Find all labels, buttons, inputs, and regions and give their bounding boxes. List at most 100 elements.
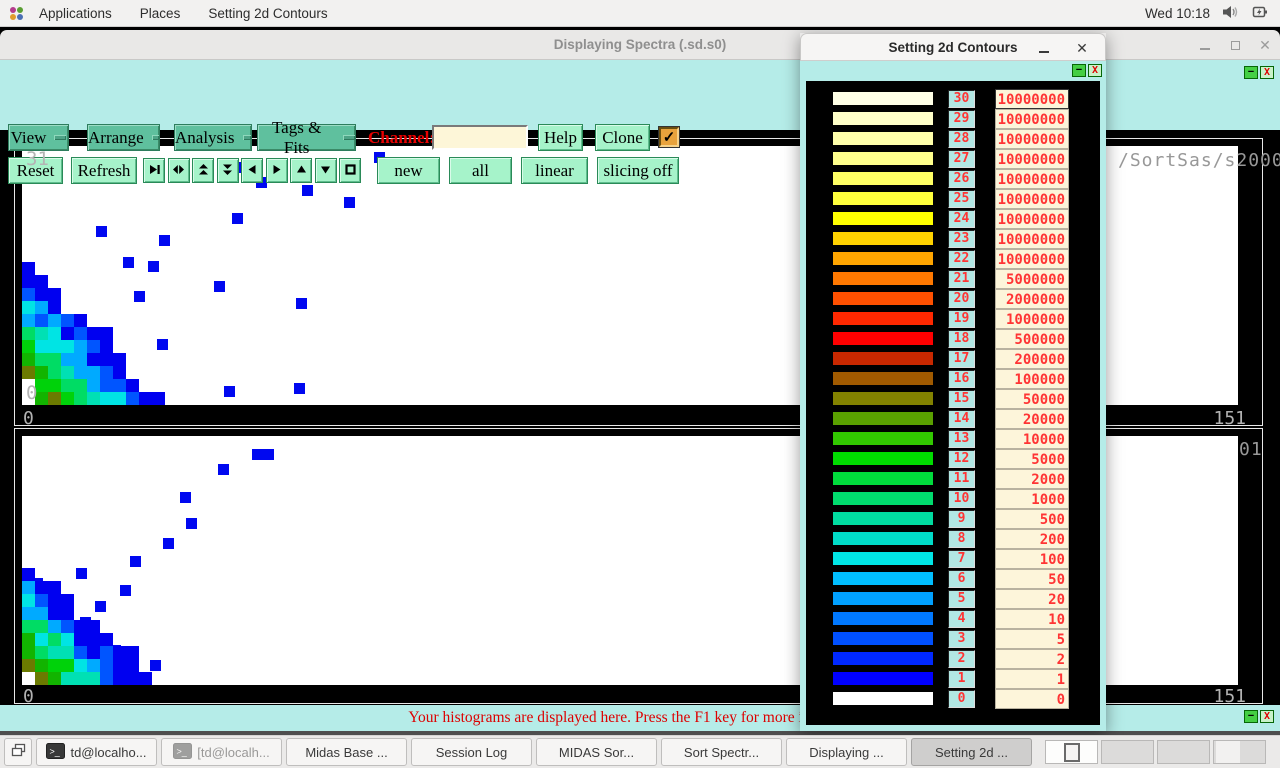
workspace-thumbnail[interactable] [1101, 740, 1154, 764]
analysis-menu-button[interactable]: Analysis [174, 124, 252, 151]
slicing-off-button[interactable]: slicing off [597, 157, 679, 184]
heatmap-cell [100, 392, 113, 405]
contour-level-value-input[interactable]: 100 [995, 549, 1069, 569]
dialog-minimize-button[interactable] [1029, 34, 1059, 62]
new-button[interactable]: new [377, 157, 440, 184]
tk-window-controls: − X [1244, 710, 1274, 723]
y-compress-button[interactable] [217, 158, 239, 183]
task-button-label: [td@localh... [197, 745, 269, 760]
task-button[interactable]: Midas Base ... [286, 738, 407, 766]
contour-level-value-input[interactable]: 1000 [995, 489, 1069, 509]
contour-level-value-input[interactable]: 10000000 [995, 189, 1069, 209]
contour-level-value-input[interactable]: 10000000 [995, 229, 1069, 249]
workspace-thumbnail[interactable] [1045, 740, 1098, 764]
battery-icon[interactable] [1252, 5, 1268, 22]
maximize-button[interactable] [1220, 30, 1250, 60]
contour-level-number: 13 [948, 430, 975, 448]
menu-places[interactable]: Places [126, 0, 195, 27]
contour-level-value-input[interactable]: 10000000 [995, 209, 1069, 229]
heatmap-cell [87, 646, 100, 659]
tk-minimize-icon[interactable]: − [1072, 64, 1086, 77]
contour-level-value-input[interactable]: 10000000 [995, 109, 1069, 129]
contour-level-value-input[interactable]: 1 [995, 669, 1069, 689]
dialog-close-button[interactable]: ✕ [1067, 34, 1097, 62]
tags-fits-menu-button[interactable]: Tags & Fits [257, 124, 356, 151]
tk-close-icon[interactable]: X [1088, 64, 1102, 77]
heatmap-cell [35, 646, 48, 659]
scroll-right-button[interactable] [266, 158, 288, 183]
contour-level-value-input[interactable]: 20000 [995, 409, 1069, 429]
task-button[interactable]: >_td@localho... [36, 738, 157, 766]
contour-level-value-input[interactable]: 10000000 [995, 149, 1069, 169]
tk-close-icon[interactable]: X [1260, 66, 1274, 79]
contour-level-value-input[interactable]: 10000 [995, 429, 1069, 449]
task-button[interactable]: Setting 2d ... [911, 738, 1032, 766]
contour-level-value-input[interactable]: 50000 [995, 389, 1069, 409]
heatmap-cell [61, 314, 74, 327]
clone-button[interactable]: Clone [595, 124, 650, 151]
scroll-up-button[interactable] [290, 158, 312, 183]
contour-level-number: 30 [948, 90, 975, 108]
task-button[interactable]: Sort Spectr... [661, 738, 782, 766]
full-view-button[interactable] [339, 158, 361, 183]
arrange-menu-button[interactable]: Arrange [87, 124, 160, 151]
contour-level-value-input[interactable]: 5 [995, 629, 1069, 649]
contour-level-value-input[interactable]: 200 [995, 529, 1069, 549]
close-button[interactable]: ✕ [1250, 30, 1280, 60]
contour-level-value-input[interactable]: 10 [995, 609, 1069, 629]
minimize-button[interactable] [1190, 30, 1220, 60]
contour-level-value-input[interactable]: 20 [995, 589, 1069, 609]
contour-level-value-input[interactable]: 2000 [995, 469, 1069, 489]
tk-minimize-icon[interactable]: − [1244, 710, 1258, 723]
show-desktop-button[interactable] [4, 738, 32, 766]
all-button[interactable]: all [449, 157, 512, 184]
task-button[interactable]: Session Log [411, 738, 532, 766]
contour-level-number: 7 [948, 550, 975, 568]
contour-level-value-input[interactable]: 10000000 [995, 169, 1069, 189]
y-expand-button[interactable] [192, 158, 214, 183]
help-button[interactable]: Help [538, 124, 583, 151]
linear-button[interactable]: linear [521, 157, 588, 184]
volume-icon[interactable] [1222, 5, 1240, 22]
heatmap-cell [22, 607, 35, 620]
contour-level-value-input[interactable]: 100000 [995, 369, 1069, 389]
workspace-thumbnail[interactable] [1213, 740, 1266, 764]
contour-level-value-input[interactable]: 500000 [995, 329, 1069, 349]
contour-level-value-input[interactable]: 500 [995, 509, 1069, 529]
contour-level-value-input[interactable]: 10000000 [995, 129, 1069, 149]
contour-level-value-input[interactable]: 10000000 [995, 249, 1069, 269]
panel-active-window[interactable]: Setting 2d Contours [194, 0, 341, 27]
contour-level-value-input[interactable]: 2 [995, 649, 1069, 669]
task-button[interactable]: Displaying ... [786, 738, 907, 766]
tk-minimize-icon[interactable]: − [1244, 66, 1258, 79]
menu-indicator-icon [343, 135, 355, 140]
workspace-thumbnail[interactable] [1157, 740, 1210, 764]
task-button[interactable]: MIDAS Sor... [536, 738, 657, 766]
contour-level-value-input[interactable]: 5000000 [995, 269, 1069, 289]
contour-level-value-input[interactable]: 2000000 [995, 289, 1069, 309]
refresh-button[interactable]: Refresh [71, 157, 137, 184]
channel-input[interactable] [432, 125, 528, 150]
view-menu-button[interactable]: View [8, 124, 69, 151]
contour-level-value-input[interactable]: 50 [995, 569, 1069, 589]
dialog-titlebar[interactable]: Setting 2d Contours ✕ [800, 33, 1106, 61]
task-button[interactable]: >_[td@localh... [161, 738, 282, 766]
menu-applications[interactable]: Applications [25, 0, 126, 27]
contour-level-value-input[interactable]: 0 [995, 689, 1069, 709]
contour-level-value-input[interactable]: 1000000 [995, 309, 1069, 329]
contour-level-value-input[interactable]: 5000 [995, 449, 1069, 469]
scroll-left-button[interactable] [241, 158, 263, 183]
heatmap-cell [22, 353, 35, 366]
heatmap-cell [61, 672, 74, 685]
contour-level-value-input[interactable]: 200000 [995, 349, 1069, 369]
scroll-down-button[interactable] [315, 158, 337, 183]
main-window-title: Displaying Spectra (.sd.s0) [554, 37, 727, 52]
x-compress-button[interactable] [168, 158, 190, 183]
toolbar-checkbox[interactable]: ✓ [659, 127, 679, 147]
x-expand-button[interactable] [143, 158, 165, 183]
heatmap-cell [22, 275, 35, 288]
contour-level-value-input[interactable]: 10000000 [995, 89, 1069, 109]
tk-close-icon[interactable]: X [1260, 710, 1274, 723]
clock[interactable]: Wed 10:18 [1145, 6, 1210, 21]
data-point [96, 226, 107, 237]
